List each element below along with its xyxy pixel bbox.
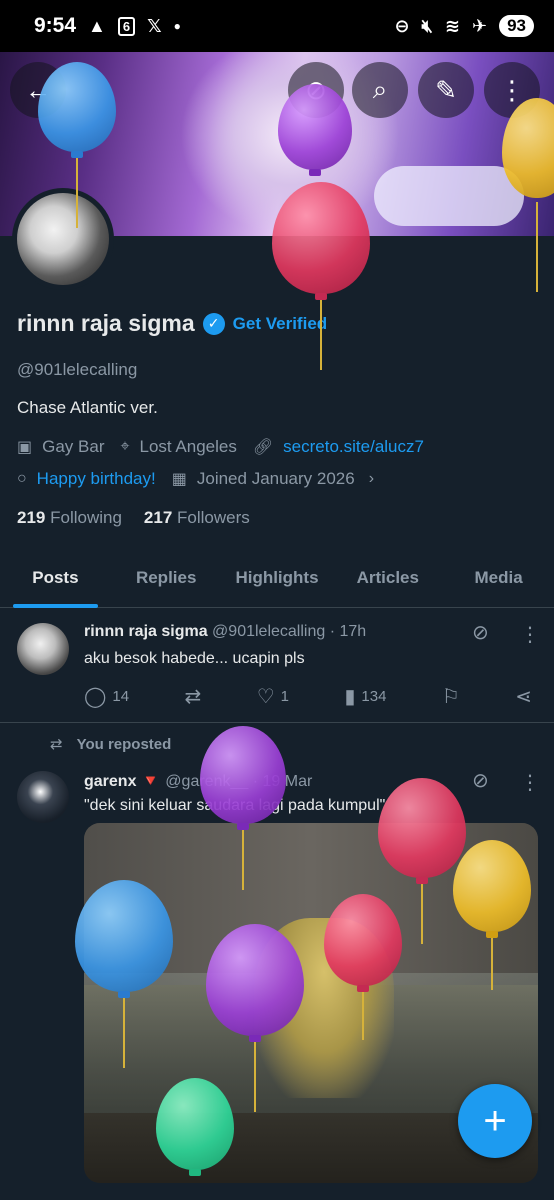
x-logo-icon: 𝕏 — [147, 15, 162, 36]
tab-media[interactable]: Media — [443, 560, 554, 607]
compose-post-button[interactable]: + — [458, 1084, 532, 1158]
profile-website[interactable]: secreto.site/alucz7 — [283, 437, 424, 457]
tab-highlights[interactable]: Highlights — [222, 560, 333, 607]
status-bar: 9:54 ▲ 6 𝕏 ● ⊖ 🔇︎ ≋ ✈ 93 — [0, 0, 554, 52]
reply-count: 14 — [112, 688, 130, 705]
edit-button[interactable]: ✎ — [418, 62, 474, 118]
balloon-decoration — [324, 894, 402, 1040]
mute-icon: 🔇︎ — [421, 15, 433, 36]
following-stat[interactable]: 219 Following — [17, 508, 122, 528]
more-icon[interactable]: ⋮ — [520, 622, 540, 647]
name-row: rinnn raja sigma ✓ Get Verified — [17, 310, 327, 337]
like-button[interactable]: ♡ 1 — [257, 684, 289, 709]
tab-posts[interactable]: Posts — [0, 560, 111, 608]
joined-date: Joined January 2026 — [196, 469, 355, 488]
birthday-link[interactable]: Happy birthday! — [37, 469, 156, 489]
plus-icon: + — [483, 1098, 507, 1143]
balloon-decoration — [156, 1078, 234, 1176]
reply-button[interactable]: ◯ 14 — [84, 684, 129, 709]
post-text: aku besok habede... ucapin pls — [84, 650, 305, 667]
wifi-icon: ≋ — [444, 15, 460, 36]
profile-meta-row-2: ○ Happy birthday! ▦ Joined January 2026 … — [17, 469, 374, 489]
search-icon: ⌕ — [372, 74, 388, 104]
link-icon: 🔗︎ — [252, 439, 274, 456]
author-flag: 🔻 — [140, 773, 161, 790]
dnd-icon: ⊖ — [394, 15, 410, 36]
post-header: rinnn raja sigma @901lelecalling · 17h — [84, 623, 366, 641]
chevron-right-icon[interactable]: › — [369, 470, 374, 488]
profile-meta-row-1: ▣ Gay Bar ⌖ Lost Angeles 🔗︎ secreto.site… — [17, 437, 424, 457]
post-author-name[interactable]: rinnn raja sigma — [84, 623, 208, 640]
bookmark-icon: ⚐ — [441, 686, 460, 708]
balloon-decoration — [200, 726, 286, 890]
followers-stat[interactable]: 217 Followers — [144, 508, 250, 528]
reply-icon: ◯ — [84, 686, 107, 708]
repost-button[interactable]: ⇄ — [185, 684, 202, 709]
profile-category: Gay Bar — [42, 437, 105, 456]
edit-icon: ✎ — [435, 74, 457, 105]
balloon-decoration — [278, 84, 352, 176]
clock: 9:54 — [34, 14, 77, 37]
display-name: rinnn raja sigma — [17, 310, 195, 336]
post-divider — [0, 722, 554, 723]
grok-icon[interactable]: ⊘ — [472, 620, 489, 645]
verified-badge-icon[interactable]: ✓ — [202, 312, 225, 335]
warning-icon: ▲ — [88, 15, 106, 36]
views-icon: ▮ — [344, 686, 356, 708]
post-avatar[interactable] — [17, 771, 69, 823]
calendar-icon: 6 — [117, 16, 136, 36]
profile-tabs: Posts Replies Highlights Articles Media — [0, 560, 554, 608]
airplane-icon: ✈ — [471, 15, 488, 36]
balloon-decoration — [75, 880, 173, 1068]
balloon-decoration — [502, 98, 554, 292]
repost-icon: ⇄ — [50, 736, 63, 753]
tab-articles[interactable]: Articles — [332, 560, 443, 607]
balloon-decoration — [38, 62, 116, 228]
heart-icon: ♡ — [256, 686, 275, 708]
repost-label: You reposted — [76, 735, 172, 753]
get-verified-link[interactable]: Get Verified — [233, 314, 327, 334]
calendar-icon: ▦ — [171, 471, 187, 488]
bookmark-button[interactable]: ⚐ — [442, 684, 460, 709]
profile-location: Lost Angeles — [139, 437, 237, 456]
battery-indicator: 93 — [499, 15, 534, 37]
post-author-name[interactable]: garenx — [84, 773, 136, 790]
balloon-decoration — [206, 924, 304, 1112]
repost-icon: ⇄ — [184, 686, 202, 708]
share-button[interactable]: ⋖ — [515, 684, 532, 709]
balloon-decoration — [272, 182, 370, 370]
dot-icon: ● — [173, 19, 181, 33]
views-button[interactable]: ▮ 134 — [344, 684, 386, 709]
tab-replies[interactable]: Replies — [111, 560, 222, 607]
profile-handle: @901lelecalling — [17, 360, 138, 379]
search-button[interactable]: ⌕ — [352, 62, 408, 118]
post-actions: ◯ 14 ⇄ ♡ 1 ▮ 134 ⚐ ⋖ — [84, 684, 532, 709]
share-icon: ⋖ — [515, 686, 532, 708]
profile-bio: Chase Atlantic ver. — [17, 398, 158, 417]
profile-screen: 9:54 ▲ 6 𝕏 ● ⊖ 🔇︎ ≋ ✈ 93 ← ⊘ ⌕ ✎ ⋮ — [0, 0, 554, 1200]
location-icon: ⌖ — [120, 438, 130, 455]
follow-stats: 219 Following 217 Followers — [17, 508, 250, 528]
like-count: 1 — [280, 688, 289, 705]
grok-icon[interactable]: ⊘ — [472, 768, 489, 793]
post-time: · 17h — [329, 623, 367, 640]
repost-indicator: ⇄ You reposted — [50, 735, 172, 754]
briefcase-icon: ▣ — [17, 439, 33, 456]
view-count: 134 — [361, 688, 387, 705]
post-author-handle[interactable]: @901lelecalling — [212, 623, 325, 640]
balloon-decoration — [453, 840, 531, 990]
post-avatar[interactable] — [17, 623, 69, 675]
balloon-icon: ○ — [17, 470, 27, 487]
profile-avatar[interactable] — [12, 188, 114, 290]
more-icon[interactable]: ⋮ — [520, 770, 540, 795]
